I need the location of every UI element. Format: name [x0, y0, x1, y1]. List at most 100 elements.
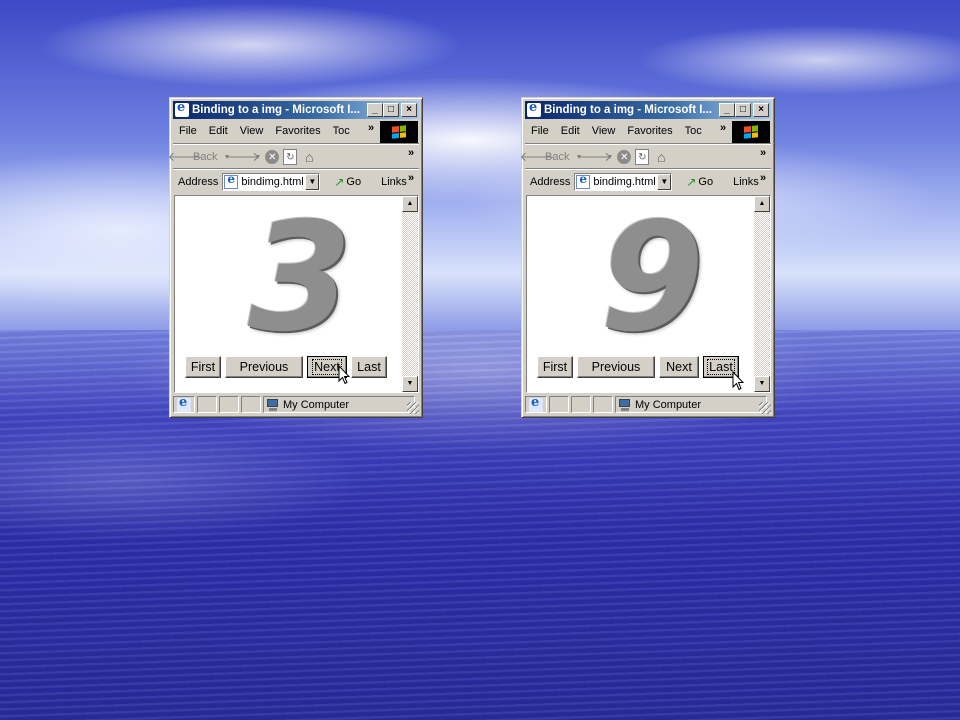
- record-navigation: First Previous Next Last: [537, 356, 739, 378]
- menu-view[interactable]: View: [586, 125, 622, 137]
- menu-chevron-icon[interactable]: »: [720, 122, 726, 134]
- last-button[interactable]: Last: [351, 356, 387, 378]
- menu-file[interactable]: File: [173, 125, 203, 137]
- toolbar-separator: [173, 143, 419, 145]
- previous-button[interactable]: Previous: [577, 356, 655, 378]
- record-navigation: First Previous Next Last: [185, 356, 387, 378]
- scroll-down-icon[interactable]: ▼: [754, 376, 770, 392]
- title-bar[interactable]: Binding to a img - Microsoft I... _ □ ×: [525, 101, 771, 119]
- menu-favorites[interactable]: Favorites: [269, 125, 326, 137]
- refresh-button[interactable]: ↻: [635, 149, 650, 165]
- forward-dropdown-icon[interactable]: ▼: [254, 154, 261, 161]
- forward-dropdown-icon[interactable]: ▼: [606, 154, 613, 161]
- mouse-cursor-icon: [732, 371, 744, 391]
- status-pane: [197, 396, 217, 413]
- links-chevron-icon[interactable]: »: [760, 172, 766, 184]
- address-separator: [173, 168, 419, 170]
- resize-grip[interactable]: [407, 402, 419, 414]
- menu-edit[interactable]: Edit: [555, 125, 586, 137]
- minimize-icon[interactable]: _: [367, 103, 383, 117]
- bound-image-digit: 3: [247, 195, 353, 365]
- home-icon: ⌂: [305, 149, 314, 165]
- stop-button[interactable]: ✕: [617, 150, 632, 164]
- refresh-button[interactable]: ↻: [283, 149, 298, 165]
- close-icon[interactable]: ×: [753, 103, 769, 117]
- menu-edit[interactable]: Edit: [203, 125, 234, 137]
- status-bar: My Computer: [173, 395, 419, 414]
- standard-toolbar: 🡐 Back ▼ 🡒 ▼ ✕ ↻ ⌂: [520, 146, 771, 168]
- vertical-scrollbar[interactable]: ▲ ▼: [754, 196, 770, 392]
- go-button[interactable]: ↗ Go: [334, 175, 361, 189]
- back-button[interactable]: 🡐 Back ▼: [168, 149, 231, 165]
- resize-grip[interactable]: [759, 402, 771, 414]
- forward-button[interactable]: 🡒 ▼: [224, 149, 261, 165]
- forward-arrow-icon: 🡒: [224, 149, 260, 164]
- menu-view[interactable]: View: [234, 125, 270, 137]
- back-button[interactable]: 🡐 Back ▼: [520, 149, 583, 165]
- status-zone: My Computer: [615, 396, 767, 413]
- stop-button[interactable]: ✕: [265, 150, 280, 164]
- address-value: bindimg.html: [593, 176, 656, 188]
- previous-button[interactable]: Previous: [225, 356, 303, 378]
- go-button[interactable]: ↗ Go: [686, 175, 713, 189]
- stop-icon: ✕: [265, 150, 280, 164]
- links-chevron-icon[interactable]: »: [408, 172, 414, 184]
- title-bar[interactable]: Binding to a img - Microsoft I... _ □ ×: [173, 101, 419, 119]
- go-arrow-icon: ↗: [334, 175, 345, 189]
- back-label: Back: [545, 151, 570, 163]
- refresh-icon: ↻: [283, 149, 298, 165]
- status-pane: [241, 396, 261, 413]
- address-input[interactable]: bindimg.html ▼: [222, 173, 321, 191]
- menu-tools[interactable]: Toc: [327, 125, 356, 137]
- windows-logo-icon: [732, 121, 770, 143]
- forward-button[interactable]: 🡒 ▼: [577, 149, 613, 165]
- maximize-icon[interactable]: □: [735, 103, 751, 117]
- scroll-up-icon[interactable]: ▲: [402, 196, 418, 212]
- wallpaper-sea: [0, 330, 960, 720]
- home-button[interactable]: ⌂: [301, 149, 317, 165]
- back-label: Back: [193, 151, 218, 163]
- menu-chevron-icon[interactable]: »: [368, 122, 374, 134]
- toolbar-chevron-icon[interactable]: »: [760, 147, 766, 159]
- minimize-icon[interactable]: _: [719, 103, 735, 117]
- first-button[interactable]: First: [185, 356, 221, 378]
- address-label: Address: [178, 176, 219, 188]
- home-icon: ⌂: [657, 149, 666, 165]
- address-dropdown-icon[interactable]: ▼: [305, 174, 320, 190]
- page-content: 3 First Previous Next Last ▲ ▼: [174, 195, 419, 393]
- address-bar: Address bindimg.html ▼ ↗ Go Links: [525, 171, 771, 193]
- refresh-icon: ↻: [635, 149, 650, 165]
- address-input[interactable]: bindimg.html ▼: [574, 173, 673, 191]
- status-pane: [219, 396, 239, 413]
- home-button[interactable]: ⌂: [653, 149, 669, 165]
- close-icon[interactable]: ×: [401, 103, 417, 117]
- links-label[interactable]: Links: [733, 176, 759, 188]
- address-dropdown-icon[interactable]: ▼: [657, 174, 672, 190]
- go-arrow-icon: ↗: [686, 175, 697, 189]
- windows-logo-icon: [380, 121, 418, 143]
- menu-favorites[interactable]: Favorites: [621, 125, 678, 137]
- vertical-scrollbar[interactable]: ▲ ▼: [402, 196, 418, 392]
- window-title: Binding to a img - Microsoft I...: [192, 104, 361, 116]
- browser-window-right[interactable]: Binding to a img - Microsoft I... _ □ × …: [520, 97, 775, 418]
- first-button[interactable]: First: [537, 356, 573, 378]
- scroll-down-icon[interactable]: ▼: [402, 376, 418, 392]
- next-button[interactable]: Next: [659, 356, 699, 378]
- ie-icon: [175, 101, 189, 117]
- menu-file[interactable]: File: [525, 125, 555, 137]
- browser-window-left[interactable]: Binding to a img - Microsoft I... _ □ × …: [168, 97, 423, 418]
- my-computer-icon: [266, 398, 280, 411]
- maximize-icon[interactable]: □: [383, 103, 399, 117]
- page-icon: [576, 174, 591, 189]
- status-pane: [549, 396, 569, 413]
- status-ie-icon: [173, 395, 195, 413]
- ie-icon: [527, 101, 541, 117]
- status-zone: My Computer: [263, 396, 415, 413]
- menu-tools[interactable]: Toc: [679, 125, 708, 137]
- status-pane: [593, 396, 613, 413]
- toolbar-chevron-icon[interactable]: »: [408, 147, 414, 159]
- toolbar-separator: [525, 143, 771, 145]
- scroll-up-icon[interactable]: ▲: [754, 196, 770, 212]
- links-label[interactable]: Links: [381, 176, 407, 188]
- status-bar: My Computer: [525, 395, 771, 414]
